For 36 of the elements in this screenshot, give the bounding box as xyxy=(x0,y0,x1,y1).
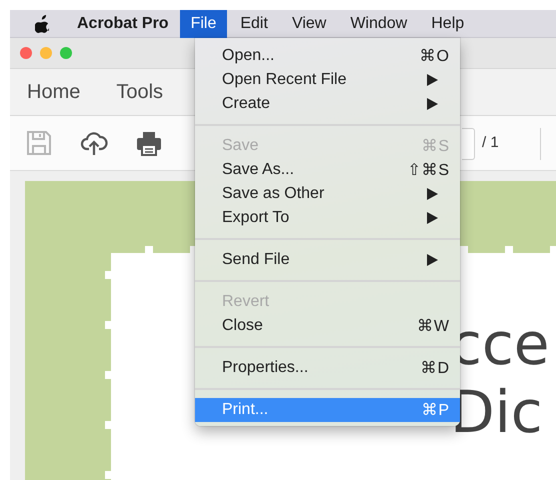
shortcut-text: ⌘W xyxy=(416,317,450,336)
shortcut-text: ⇧⌘S xyxy=(407,161,450,180)
shortcut-text: ⌘S xyxy=(421,137,450,156)
submenu-arrow-icon xyxy=(427,254,438,266)
submenu-arrow-icon xyxy=(427,212,438,224)
menu-item[interactable]: Send File xyxy=(195,248,460,272)
zoom-button[interactable] xyxy=(60,47,72,59)
menu-item[interactable]: Export To xyxy=(195,206,460,230)
menu-item[interactable]: Save As... ⇧⌘S xyxy=(195,158,460,182)
shortcut-text: ⌘P xyxy=(421,401,450,420)
menu-item[interactable]: Open... ⌘O xyxy=(195,44,460,68)
close-button[interactable] xyxy=(20,47,32,59)
nav-tab[interactable]: Home xyxy=(27,80,80,104)
menu-title[interactable]: Window xyxy=(339,10,418,38)
submenu-arrow-icon xyxy=(427,188,438,200)
minimize-button[interactable] xyxy=(40,47,52,59)
menu-item[interactable]: Close ⌘W xyxy=(195,314,460,338)
app-name[interactable]: Acrobat Pro xyxy=(77,14,169,32)
save-icon[interactable] xyxy=(25,129,53,157)
menu-title[interactable]: Help xyxy=(420,10,476,38)
submenu-arrow-icon xyxy=(427,74,438,86)
shortcut-text: ⌘O xyxy=(420,47,450,66)
menu-item[interactable]: Create xyxy=(195,92,460,116)
menu-item[interactable]: Open Recent File xyxy=(195,68,460,92)
submenu-arrow-icon xyxy=(427,98,438,110)
menu-item[interactable]: Properties... ⌘D xyxy=(195,356,460,380)
apple-logo-icon[interactable] xyxy=(35,14,51,32)
nav-tab[interactable]: Tools xyxy=(116,80,164,104)
page-number-field[interactable] xyxy=(462,128,475,160)
page-count: / 1 xyxy=(482,134,499,151)
menu-title[interactable]: View xyxy=(280,10,338,38)
shortcut-text: ⌘D xyxy=(420,359,450,378)
menu-title[interactable]: File xyxy=(180,10,228,38)
menu-item[interactable]: Save as Other xyxy=(195,182,460,206)
menu-title[interactable]: Edit xyxy=(229,10,279,38)
print-icon[interactable] xyxy=(135,129,163,157)
